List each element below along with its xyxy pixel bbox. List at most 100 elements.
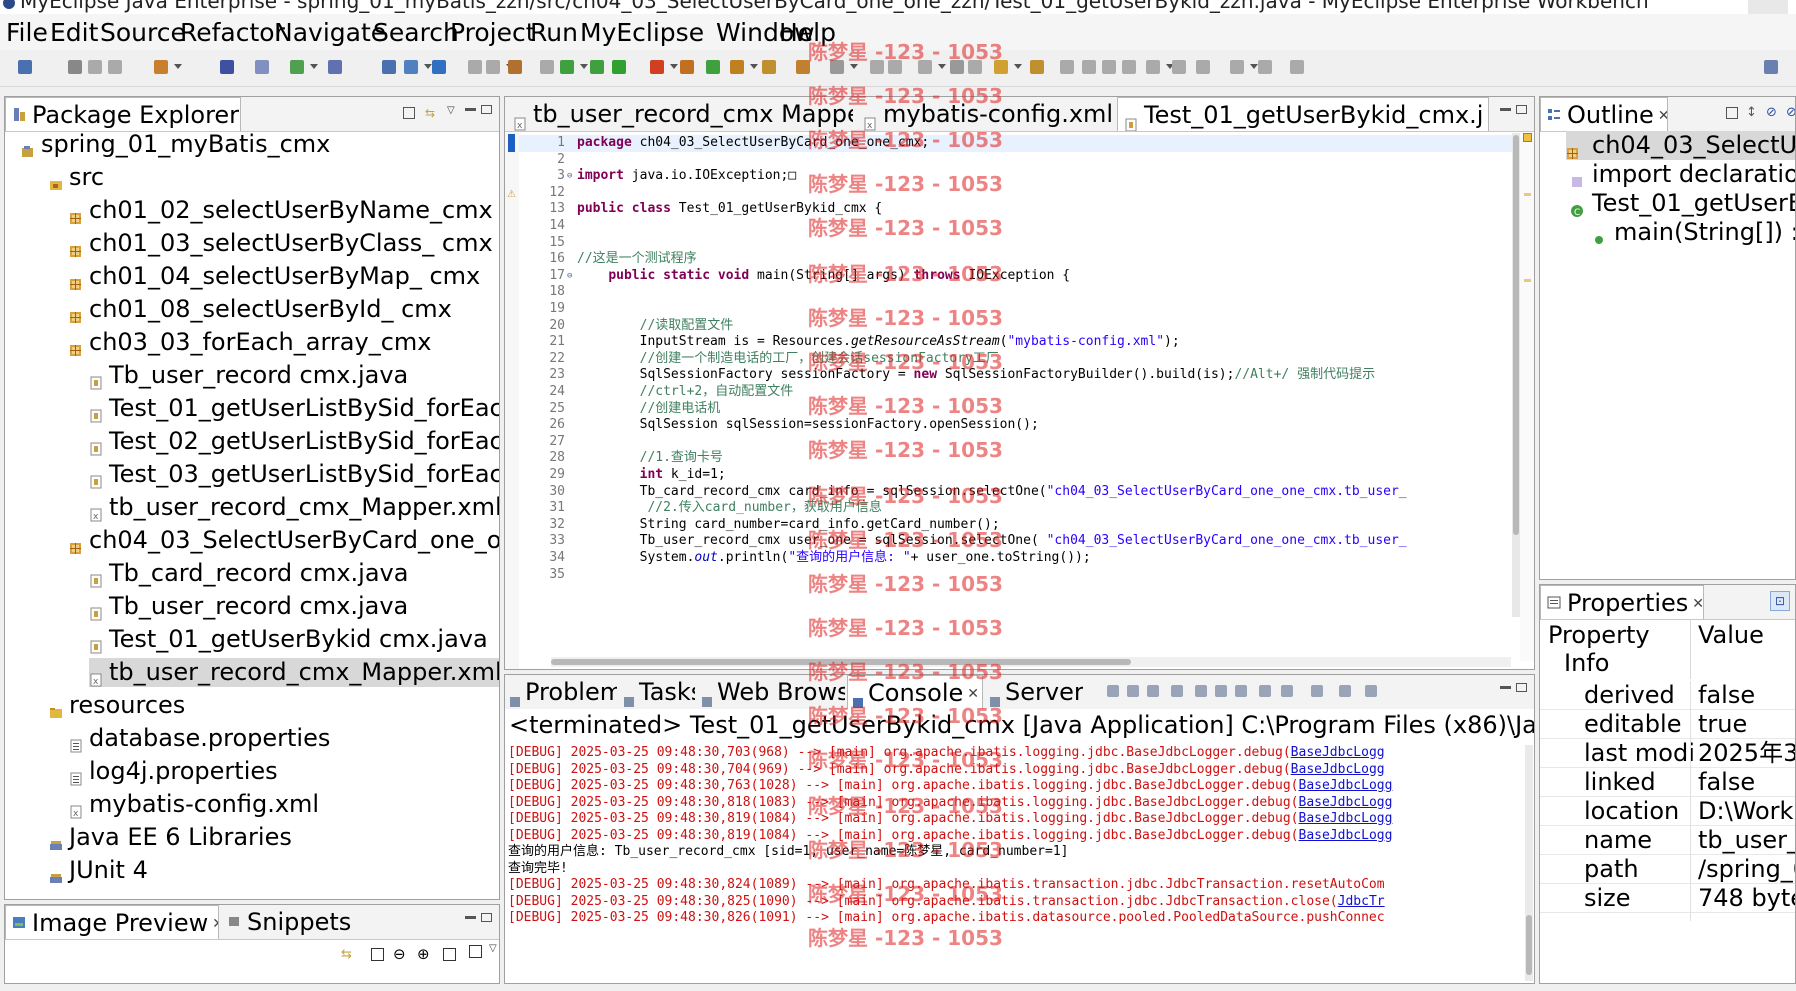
zoom-out-icon[interactable]: ⊖: [393, 945, 406, 963]
toolbar-button-icon[interactable]: [650, 60, 664, 74]
property-row[interactable]: name tb_user_r: [1540, 826, 1795, 855]
dropdown-arrow-icon[interactable]: [670, 64, 678, 69]
menu-myeclipse[interactable]: MyEclipse: [580, 18, 704, 47]
console-action-icon[interactable]: [1147, 685, 1159, 697]
toolbar-button-icon[interactable]: [220, 60, 234, 74]
toolbar-button-icon[interactable]: [486, 60, 500, 74]
tree-item[interactable]: x mybatis-config.xml: [69, 790, 319, 819]
toolbar-button-icon[interactable]: [1102, 60, 1116, 74]
console-action-icon[interactable]: [1127, 685, 1139, 697]
tree-item[interactable]: JUnit 4: [49, 856, 148, 885]
toolbar-button-icon[interactable]: [255, 60, 269, 74]
fold-icon[interactable]: ⊖: [567, 268, 572, 285]
toolbar-button-icon[interactable]: [590, 60, 604, 74]
maximize-view-button[interactable]: [1516, 683, 1527, 692]
minimize-view-button[interactable]: [465, 916, 476, 919]
toolbar-button-icon[interactable]: [468, 60, 482, 74]
tab-outline[interactable]: Outline✕: [1540, 97, 1668, 131]
tree-item[interactable]: ch01_04_selectUserByMap_ cmx: [69, 262, 480, 291]
perspective-icon[interactable]: [1764, 60, 1778, 74]
tree-item[interactable]: Tb_user_record cmx.java: [89, 361, 408, 390]
close-icon[interactable]: ✕: [1487, 108, 1488, 124]
console-link[interactable]: BaseJdbcLogg: [1299, 828, 1393, 843]
show-categories-icon[interactable]: ⊡: [1770, 591, 1790, 611]
minimize-editor-button[interactable]: [1500, 108, 1511, 111]
toolbar-button-icon[interactable]: [1230, 60, 1244, 74]
console-link[interactable]: BaseJdbcLogg: [1299, 795, 1393, 810]
tree-item[interactable]: Test_01_getUserListBySid_forEach: [89, 394, 499, 423]
hide-fields-icon[interactable]: ⊘: [1766, 105, 1777, 120]
menu-navigate[interactable]: Navigate: [274, 18, 386, 47]
menu-source[interactable]: Source: [100, 18, 186, 47]
vertical-scrollbar-thumb[interactable]: [1513, 135, 1519, 535]
toolbar-button-icon[interactable]: [1146, 60, 1160, 74]
close-icon[interactable]: ✕: [1692, 596, 1703, 612]
tree-item[interactable]: Test_03_getUserListBySid_forEach: [89, 460, 499, 489]
link-with-editor-icon[interactable]: ⇆: [425, 107, 439, 119]
refresh-icon[interactable]: ⇆: [341, 947, 352, 962]
toolbar-button-icon[interactable]: [68, 60, 82, 74]
tab-package-explorer[interactable]: Package Explorer✕: [5, 97, 241, 131]
tab-image-preview[interactable]: Image Preview✕: [5, 905, 219, 939]
console-link[interactable]: BaseJdbcLogg: [1299, 811, 1393, 826]
tree-item[interactable]: ch04_03_SelectUserByCard_one_one: [69, 526, 499, 555]
menu-file[interactable]: File: [6, 18, 48, 47]
console-link[interactable]: JdbcTr: [1338, 894, 1385, 909]
outline-item[interactable]: main(String[]) :: [1592, 218, 1795, 247]
toolbar-button-icon[interactable]: [1258, 60, 1272, 74]
console-action-icon[interactable]: [1235, 685, 1247, 697]
vertical-scrollbar[interactable]: [1512, 133, 1520, 617]
fit-icon[interactable]: [371, 948, 384, 961]
dropdown-arrow-icon[interactable]: [580, 64, 588, 69]
toolbar-button-icon[interactable]: [328, 60, 342, 74]
fold-icon[interactable]: ⊖: [567, 168, 572, 185]
toolbar-button-icon[interactable]: [1196, 60, 1210, 74]
property-row[interactable]: location D:\WorkS: [1540, 797, 1795, 826]
toolbar-button-icon[interactable]: [706, 60, 720, 74]
property-row[interactable]: editable true: [1540, 710, 1795, 739]
toolbar-button-icon[interactable]: [290, 60, 304, 74]
toolbar-button-icon[interactable]: [1030, 60, 1044, 74]
toolbar-button-icon[interactable]: [432, 60, 446, 74]
original-size-icon[interactable]: [443, 948, 456, 961]
console-action-icon[interactable]: [1365, 685, 1377, 697]
tree-item[interactable]: ch03_03_forEach_array_cmx: [69, 328, 431, 357]
tree-item[interactable]: spring_01_myBatis_cmx: [21, 131, 330, 159]
console-link[interactable]: BaseJdbcLogg: [1299, 778, 1393, 793]
tree-item[interactable]: ch01_08_selectUserById_ cmx: [69, 295, 452, 324]
toolbar-button-icon[interactable]: [762, 60, 776, 74]
minimize-window-button[interactable]: [1700, 0, 1740, 14]
menu-run[interactable]: Run: [530, 18, 578, 47]
menu-edit[interactable]: Edit: [50, 18, 98, 47]
dropdown-arrow-icon[interactable]: [174, 64, 182, 69]
tab-problems[interactable]: Problems: [505, 675, 617, 709]
property-row[interactable]: linked false: [1540, 768, 1795, 797]
close-icon[interactable]: ✕: [1658, 108, 1667, 124]
hide-static-icon[interactable]: ⊘: [1786, 105, 1795, 120]
tree-item[interactable]: database.properties: [69, 724, 330, 753]
toolbar-button-icon[interactable]: [1172, 60, 1186, 74]
toolbar-button-icon[interactable]: [1060, 60, 1074, 74]
console-action-icon[interactable]: [1259, 685, 1271, 697]
console-action-icon[interactable]: [1215, 685, 1227, 697]
console-link[interactable]: BaseJdbcLogg: [1291, 745, 1385, 760]
dropdown-arrow-icon[interactable]: [1250, 64, 1258, 69]
zoom-in-icon[interactable]: ⊕: [417, 945, 430, 963]
tab-snippets[interactable]: Snippets: [221, 905, 361, 939]
toolbar-button-icon[interactable]: [154, 60, 168, 74]
console-scrollbar-thumb[interactable]: [1526, 915, 1532, 975]
toolbar-button-icon[interactable]: [108, 60, 122, 74]
maximize-view-button[interactable]: [481, 105, 492, 114]
toolbar-button-icon[interactable]: [1082, 60, 1096, 74]
toolbar-button-icon[interactable]: [404, 60, 418, 74]
full-screen-icon[interactable]: [469, 945, 482, 958]
property-row[interactable]: derived false: [1540, 681, 1795, 710]
tree-item[interactable]: x tb_user_record_cmx_Mapper.xml: [89, 658, 499, 687]
editor-tab[interactable]: x tb_user_record_cmx Mappe: [507, 97, 853, 131]
toolbar-button-icon[interactable]: [382, 60, 396, 74]
toolbar-button-icon[interactable]: [680, 60, 694, 74]
tree-item[interactable]: src: [49, 163, 104, 192]
tree-item[interactable]: log4j.properties: [69, 757, 278, 786]
toolbar-button-icon[interactable]: [88, 60, 102, 74]
console-action-icon[interactable]: [1311, 685, 1323, 697]
